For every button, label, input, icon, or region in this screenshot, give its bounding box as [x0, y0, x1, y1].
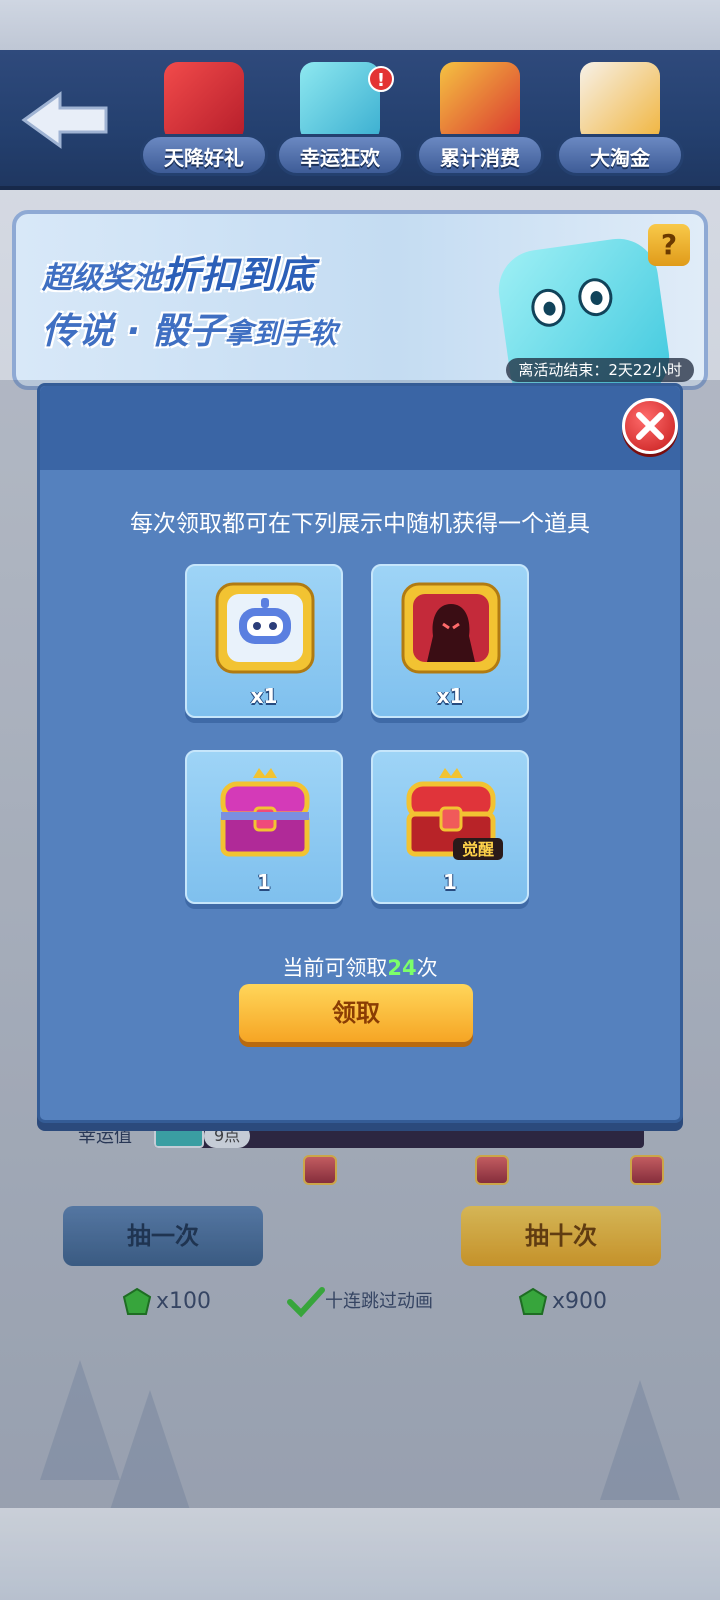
remaining-prefix: 当前可领取 [282, 956, 388, 980]
gift-box-icon [164, 62, 244, 142]
item-quantity: x1 [250, 684, 278, 708]
tab-label: 天降好礼 [140, 134, 268, 176]
back-arrow-icon [21, 91, 108, 149]
banner-text: 超级奖池 [42, 261, 162, 296]
event-banner: 超级奖池折扣到底 传说 · 骰子拿到手软 ? 离活动结束：2天22小时 [12, 210, 708, 390]
reward-item-card[interactable]: x1 [371, 564, 529, 718]
tab-gold-rush[interactable]: 大淘金 [556, 62, 684, 182]
back-button[interactable] [20, 90, 110, 150]
fox-gold-icon [580, 62, 660, 142]
reward-item-card[interactable]: 觉醒 1 [371, 750, 529, 904]
dark-hero-avatar-icon [401, 582, 501, 674]
reward-item-card[interactable]: 1 [185, 750, 343, 904]
monster-eye [528, 286, 568, 329]
item-quantity: 1 [443, 870, 457, 894]
red-awakening-chest-icon: 觉醒 [406, 768, 503, 860]
tab-label: 幸运狂欢 [276, 134, 404, 176]
item-quantity: 1 [257, 870, 271, 894]
remaining-suffix: 次 [416, 956, 438, 980]
banner-line-2: 传说 · 骰子拿到手软 [42, 302, 337, 354]
banner-line-1: 超级奖池折扣到底 [42, 244, 314, 299]
tab-gift[interactable]: 天降好礼 [140, 62, 268, 182]
tab-label: 累计消费 [416, 134, 544, 176]
banner-text: 传说 · 骰子 [42, 311, 225, 352]
claim-button[interactable]: 领取 [239, 984, 473, 1042]
tab-label: 大淘金 [556, 134, 684, 176]
top-nav-bar: 天降好礼 ! 幸运狂欢 累计消费 大淘金 [0, 50, 720, 190]
help-button[interactable]: ? [648, 224, 690, 266]
close-icon [636, 412, 664, 440]
remaining-claims: 当前可领取24次 [40, 952, 680, 982]
modal-header [40, 386, 680, 470]
event-timer: 离活动结束：2天22小时 [506, 358, 694, 382]
monster-eye [575, 275, 615, 319]
purple-treasure-chest-icon [220, 768, 310, 857]
reward-item-card[interactable]: x1 [185, 564, 343, 718]
item-quantity: x1 [436, 684, 464, 708]
tab-accumulated-spend[interactable]: 累计消费 [416, 62, 544, 182]
tab-lucky-carnival[interactable]: ! 幸运狂欢 [276, 62, 404, 182]
gift-pile-icon [440, 62, 520, 142]
reward-preview-modal: 每次领取都可在下列展示中随机获得一个道具 x1 x1 1 觉醒 1 当前可领取2… [37, 383, 683, 1123]
banner-highlight-text: 折扣到底 [162, 253, 315, 297]
modal-description: 每次领取都可在下列展示中随机获得一个道具 [130, 511, 590, 537]
top-background [0, 0, 720, 50]
robot-avatar-icon [215, 582, 315, 674]
remaining-count: 24 [387, 956, 417, 980]
close-button[interactable] [622, 398, 678, 454]
banner-text: 拿到手软 [224, 317, 337, 350]
notification-badge: ! [368, 66, 394, 92]
awakening-tag: 觉醒 [462, 840, 494, 859]
